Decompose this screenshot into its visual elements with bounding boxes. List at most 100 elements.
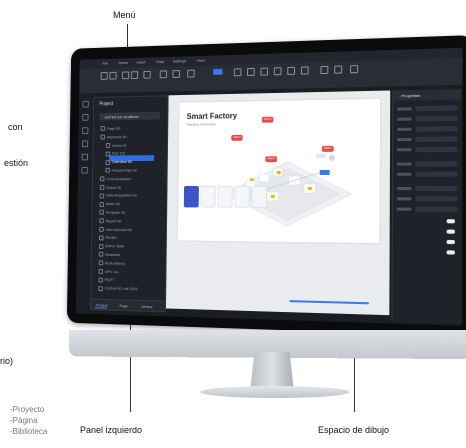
tree-item-label: Recipe <box>105 235 117 240</box>
project-tree-item[interactable]: Alarm 00 <box>99 201 120 207</box>
project-tree-item[interactable]: MQTT <box>98 277 115 283</box>
tree-item-icon <box>99 176 105 182</box>
publish-icon[interactable] <box>334 65 343 74</box>
tree-item-label: MQTT <box>104 277 115 283</box>
group-icon[interactable] <box>287 66 296 75</box>
project-tree-item[interactable]: Fenced Flap 00 <box>105 168 137 174</box>
tree-item-icon <box>99 201 105 207</box>
right-properties-panel: Properties <box>391 88 462 324</box>
left-panel-tabs: Project Page Library <box>90 298 166 312</box>
property-row[interactable] <box>397 136 458 143</box>
component-icon[interactable] <box>81 140 89 148</box>
tree-item-icon <box>98 252 104 258</box>
alarm-badge[interactable]: Alarm <box>261 116 274 123</box>
property-row[interactable] <box>396 196 458 202</box>
property-row[interactable] <box>397 105 458 112</box>
project-tree-item[interactable]: Data Acquisition 00 <box>99 193 137 199</box>
lock-icon[interactable] <box>300 66 309 75</box>
property-row[interactable] <box>397 161 458 167</box>
device-card-selected[interactable] <box>183 185 199 208</box>
tree-item-label: Custom IO Lab 2022 <box>104 285 138 292</box>
project-tree-item[interactable]: Welcome 00 <box>100 134 127 140</box>
project-tree-item[interactable]: Communication <box>99 176 131 182</box>
device-card[interactable] <box>234 185 250 208</box>
left-panel-title: Project <box>99 101 114 108</box>
property-row[interactable] <box>396 186 458 192</box>
menu-tab-data[interactable]: Data <box>156 59 164 65</box>
project-tree-item[interactable]: OPC UA <box>98 269 119 275</box>
project-tree-item[interactable]: Recipe <box>99 235 117 241</box>
project-search[interactable]: SUPER Air conditione <box>99 111 161 121</box>
menu-tab-file[interactable]: File <box>103 61 109 67</box>
project-tree-item[interactable]: Active Table <box>98 243 124 249</box>
run-button[interactable] <box>213 68 223 75</box>
factory-floor-illustration[interactable] <box>215 133 361 230</box>
property-row[interactable] <box>397 126 458 133</box>
tree-item-icon <box>98 277 103 283</box>
property-toggle[interactable] <box>446 239 455 245</box>
property-row[interactable] <box>397 171 458 178</box>
property-row[interactable] <box>397 115 458 123</box>
table-icon[interactable] <box>260 67 269 76</box>
pages-icon[interactable] <box>82 114 89 121</box>
alarm-badge[interactable]: Alarm <box>265 156 277 163</box>
annotation-partial-3: rio) <box>0 356 13 366</box>
align-icon[interactable] <box>187 69 195 78</box>
project-tree-item[interactable]: Home 01 <box>105 143 127 148</box>
menu-tab-home[interactable]: Home <box>118 60 129 66</box>
project-icon[interactable] <box>82 100 89 108</box>
project-tree-item[interactable]: Database <box>98 252 120 258</box>
device-card[interactable] <box>251 185 268 208</box>
property-toggle[interactable] <box>446 219 455 224</box>
alarm-badge[interactable]: Alarm <box>321 145 334 152</box>
menu-tab-settings[interactable]: Settings <box>173 58 186 64</box>
preview-icon[interactable] <box>320 65 329 75</box>
canvas-page[interactable]: Smart Factory Factory Overview Alarm Ala… <box>177 98 381 244</box>
device-card[interactable] <box>217 185 233 208</box>
chart-icon[interactable] <box>247 67 255 76</box>
menu-tab-insert[interactable]: Insert <box>136 60 145 66</box>
property-toggle[interactable] <box>446 229 455 234</box>
properties-header: Properties <box>393 88 462 101</box>
alarm-badge[interactable]: Alarm <box>231 134 243 141</box>
menu-tab-view[interactable]: View <box>197 58 205 64</box>
copy-icon[interactable] <box>130 71 139 80</box>
paste-icon[interactable] <box>143 70 151 79</box>
project-tree-item[interactable]: Scada 00 <box>99 185 121 190</box>
property-row[interactable] <box>396 206 458 213</box>
tab-library[interactable]: Library <box>141 304 152 309</box>
device-card[interactable] <box>200 185 216 208</box>
text-icon[interactable] <box>159 70 168 79</box>
device-icon[interactable] <box>81 166 88 174</box>
project-tree-item[interactable]: Part 112 <box>105 150 126 157</box>
monitor-bezel: File Home Insert Data Settings View Proj… <box>66 35 466 337</box>
project-tree-item[interactable]: Redundancy <box>98 260 125 266</box>
drawing-canvas[interactable]: Smart Factory Factory Overview Alarm Ala… <box>165 90 391 316</box>
project-tree-item[interactable]: Custom IO Lab 2022 <box>98 285 138 291</box>
property-row[interactable] <box>397 146 458 154</box>
tab-page[interactable]: Page <box>120 303 128 308</box>
tree-item-label: Page 00 <box>106 125 121 131</box>
canvas-horizontal-scrollbar[interactable] <box>289 300 370 305</box>
monitor-stand-foot <box>200 386 350 398</box>
cut-icon[interactable] <box>121 71 130 80</box>
redo-icon[interactable] <box>109 71 117 80</box>
property-toggle[interactable] <box>446 250 455 255</box>
variable-icon[interactable] <box>81 153 88 161</box>
tree-item-label: Part 112 <box>111 150 126 156</box>
project-tree-item[interactable]: Overview 00 <box>105 159 132 165</box>
tree-item-label: Overview 00 <box>111 159 132 165</box>
project-tree-item[interactable]: Page 00 <box>100 125 121 132</box>
image-icon[interactable] <box>233 68 242 77</box>
undo-icon[interactable] <box>100 72 108 80</box>
shape-icon[interactable] <box>172 70 180 78</box>
project-tree-item[interactable]: Report 00 <box>99 218 121 224</box>
library-icon[interactable] <box>82 127 89 134</box>
project-tree-item[interactable]: User Account 00 <box>99 227 132 233</box>
tree-item-icon <box>100 134 106 140</box>
settings-icon[interactable] <box>350 65 359 74</box>
layer-icon[interactable] <box>273 67 282 76</box>
annotation-partial-2: estión <box>4 158 29 168</box>
tree-item-icon <box>100 126 106 132</box>
project-tree-item[interactable]: Template 00 <box>99 210 125 215</box>
